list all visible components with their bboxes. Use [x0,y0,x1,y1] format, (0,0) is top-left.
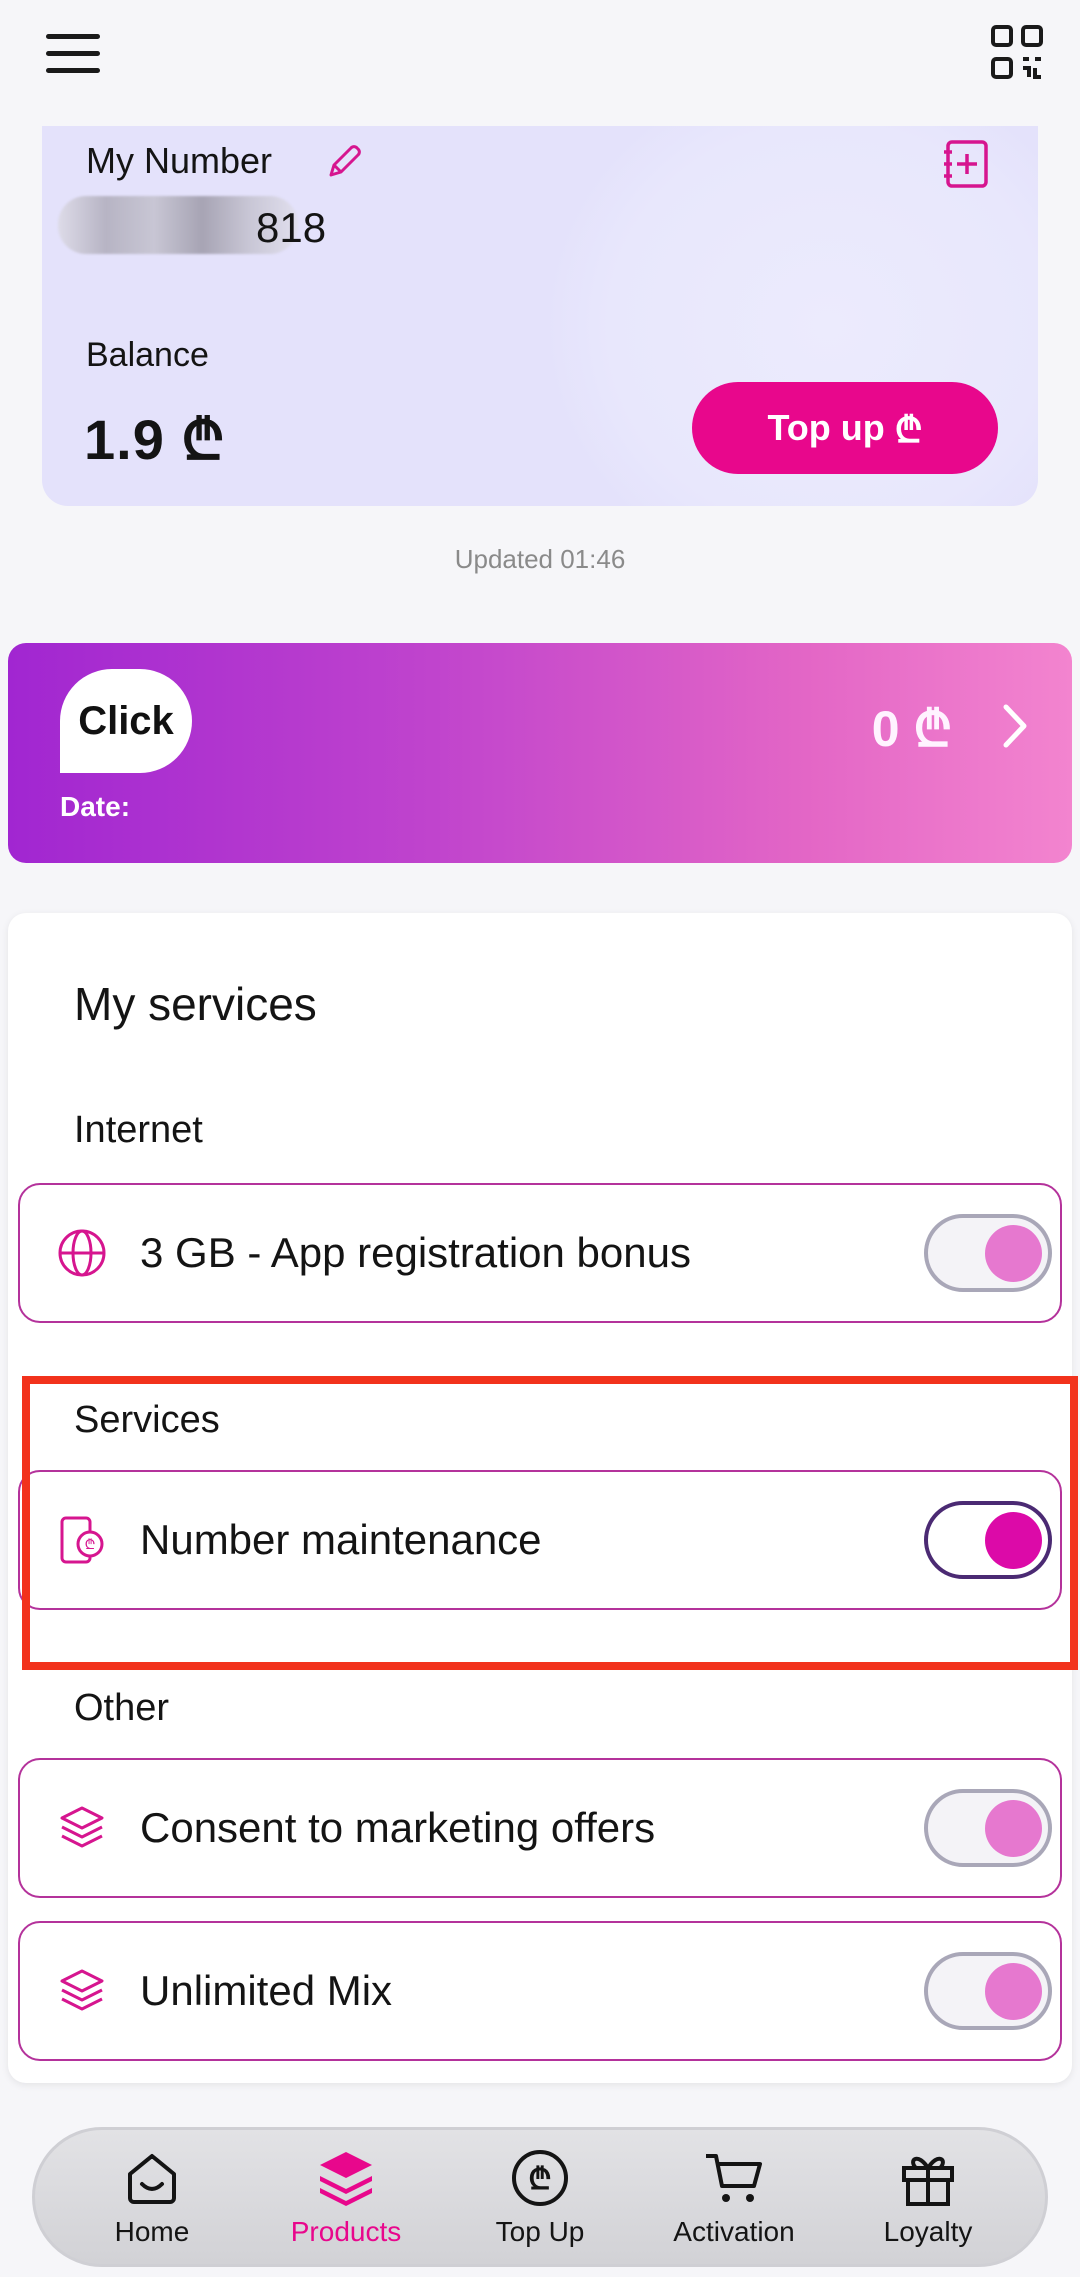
toggle-switch[interactable] [924,1214,1052,1292]
cart-icon [706,2154,762,2202]
nav-label: Products [290,2216,402,2247]
balance-value: 1.9 ₾ [84,408,226,471]
click-amount: 0 ₾ [871,701,952,757]
service-row-app-bonus[interactable]: 3 GB - App registration bonus [18,1183,1062,1323]
toggle-switch[interactable] [924,1789,1052,1867]
nav-item-loyalty[interactable]: Loyalty [838,2146,1018,2248]
service-label: Unlimited Mix [140,1967,393,2014]
globe-icon [58,1229,106,1277]
my-services-title: My services [74,978,317,1030]
nav-label: Activation [673,2216,795,2247]
service-row-marketing-consent[interactable]: Consent to marketing offers [18,1758,1062,1898]
hamburger-icon[interactable] [46,34,100,74]
nav-item-top-up[interactable]: ₾ Top Up [450,2146,630,2248]
chevron-right-icon[interactable] [1000,701,1030,751]
service-row-unlimited-mix[interactable]: Unlimited Mix [18,1921,1062,2061]
service-label: Consent to marketing offers [140,1804,656,1851]
number-suffix: 818 [256,204,327,251]
bottom-nav: Home Products ₾ Top Up Activation Loyalt… [32,2127,1048,2267]
section-label-other: Other [74,1687,170,1729]
edit-pencil-icon[interactable] [322,140,366,184]
top-up-label: Top up [767,407,885,448]
layers-icon [60,1969,104,2011]
gift-icon [902,2156,954,2206]
add-contact-icon[interactable] [938,136,994,192]
nav-item-products[interactable]: Products [256,2146,436,2248]
my-number-label: My Number [86,140,273,181]
layers-icon [60,1806,104,1848]
click-date-label: Date: [60,791,131,822]
number-card: My Number 818 Balance 1.9 ₾ Top up ₾ [42,126,1038,506]
nav-label: Top Up [495,2216,585,2247]
click-logo: Click [60,669,192,773]
nav-label: Loyalty [883,2216,973,2247]
highlight-box [22,1376,1078,1670]
svg-text:₾: ₾ [528,2162,551,2197]
home-icon [128,2154,176,2204]
toggle-switch[interactable] [924,1952,1052,2030]
layers-icon [320,2152,372,2206]
updated-timestamp: Updated 01:46 [454,544,626,574]
lari-icon: ₾ [894,408,923,450]
click-banner[interactable]: Click Date: 0 ₾ [8,643,1072,863]
lari-coin-icon: ₾ [512,2150,568,2206]
nav-item-activation[interactable]: Activation [644,2146,824,2248]
balance-label: Balance [86,336,209,374]
top-bar [0,0,1080,120]
nav-item-home[interactable]: Home [62,2146,242,2248]
service-label: 3 GB - App registration bonus [140,1229,691,1276]
qr-code-icon[interactable] [990,24,1044,80]
top-up-button[interactable]: Top up ₾ [692,382,998,474]
section-label-internet: Internet [74,1109,203,1151]
nav-label: Home [114,2216,190,2247]
